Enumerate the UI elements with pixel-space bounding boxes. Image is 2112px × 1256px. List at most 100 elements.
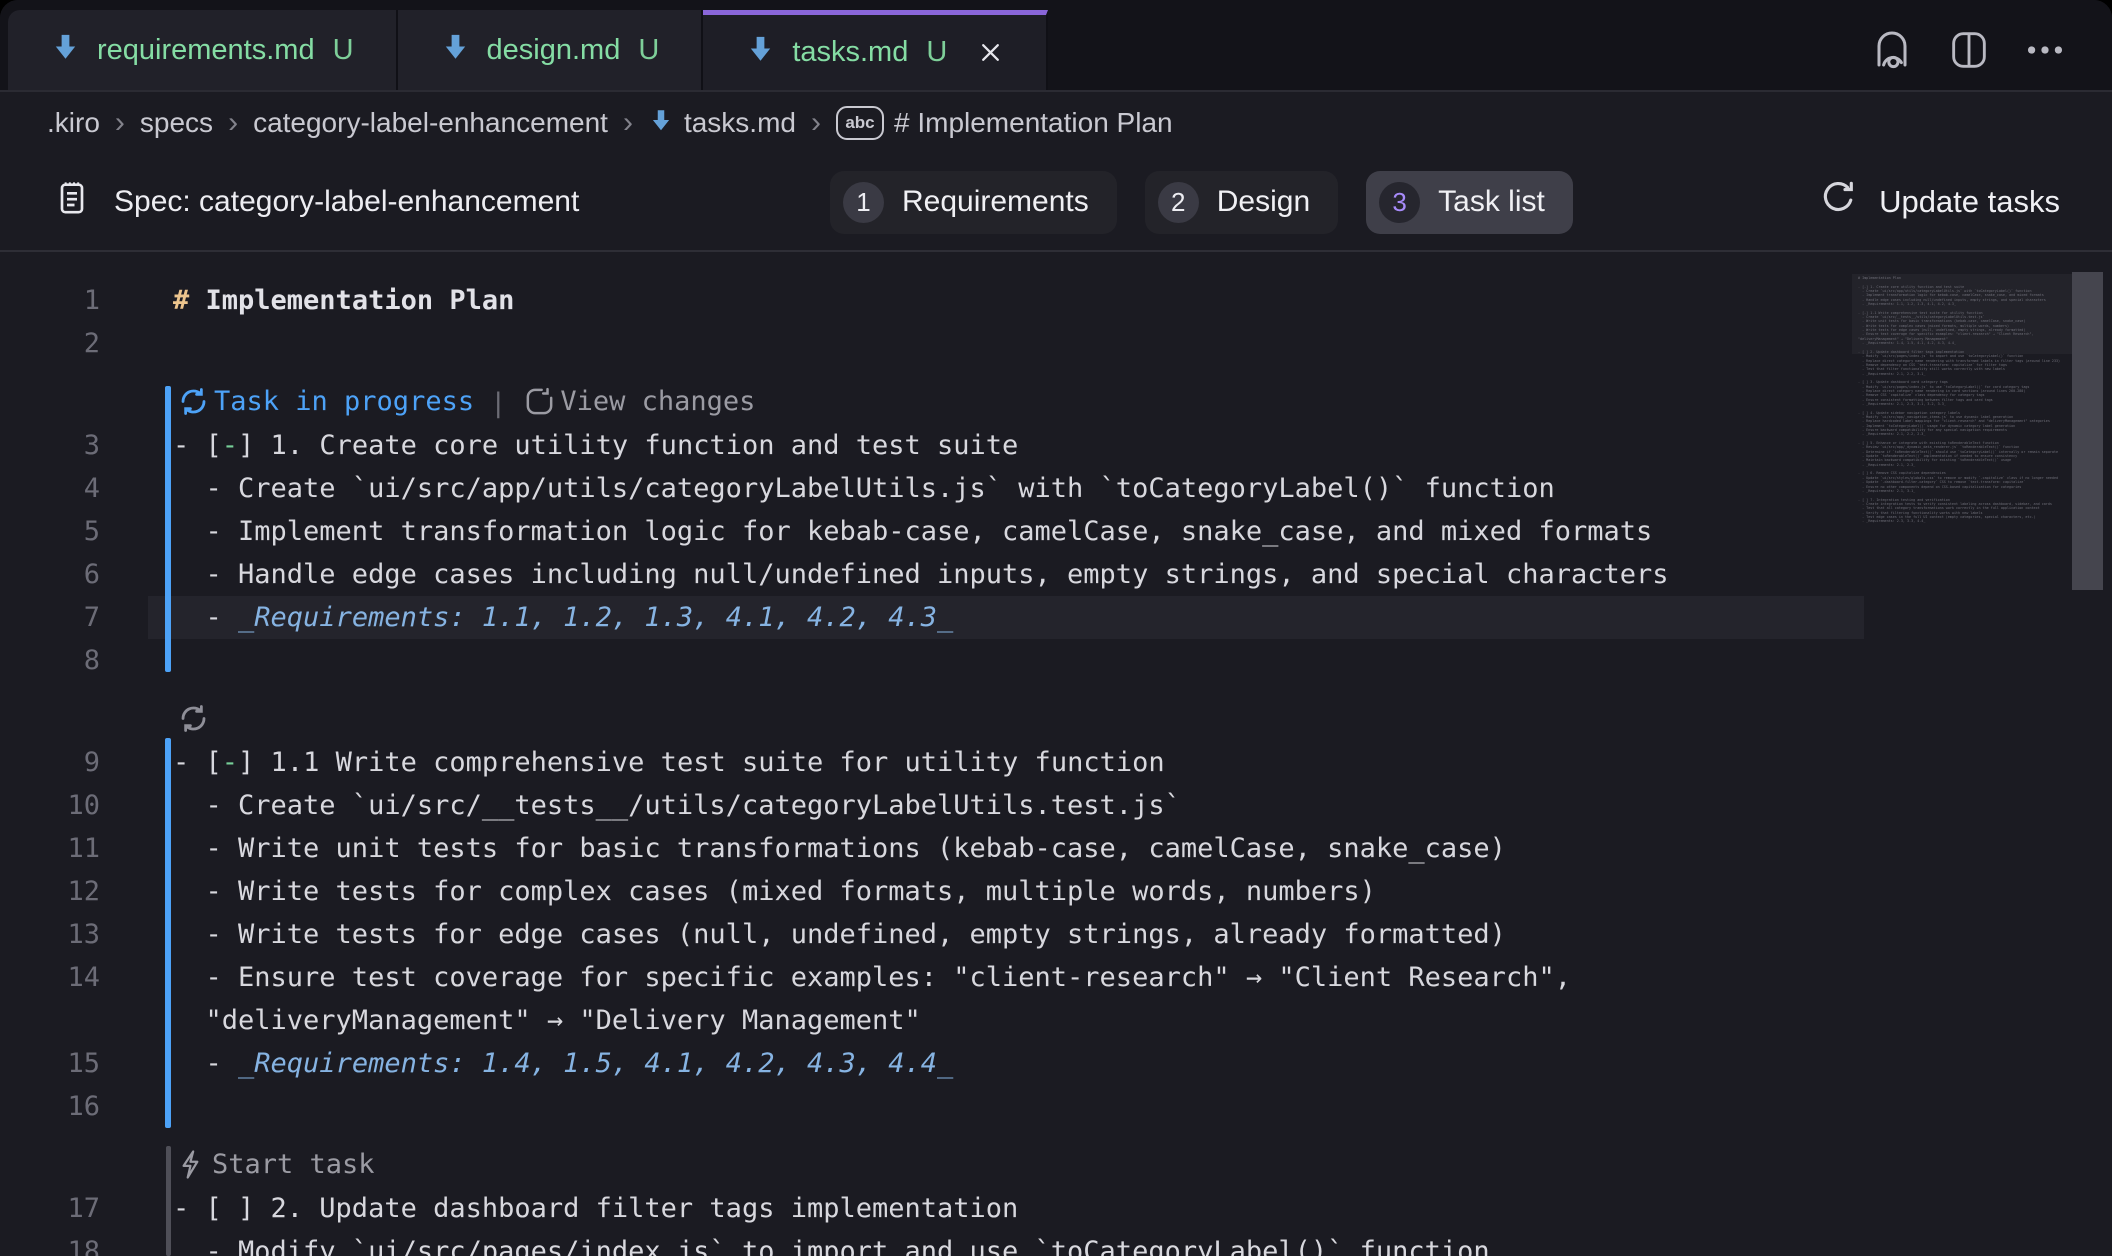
editor-pane[interactable]: 1# Implementation Plan2Task in progress|… — [0, 252, 2112, 1256]
line-number[interactable]: 13 — [0, 913, 100, 956]
lightning-icon — [176, 1147, 212, 1182]
codelens-view-changes[interactable]: View changes — [522, 384, 755, 419]
update-tasks-button[interactable]: Update tasks — [1817, 177, 2060, 227]
minimap[interactable]: # Implementation Plan - [-] 1. Create co… — [1858, 276, 2070, 524]
line-number[interactable]: 11 — [0, 827, 100, 870]
line-number[interactable]: 1 — [0, 279, 100, 322]
refresh-icon — [1817, 177, 1859, 227]
codelens-start-task[interactable]: Start task — [176, 1147, 375, 1182]
editor-line[interactable]: 6 - Handle edge cases including null/und… — [0, 553, 2112, 596]
codelens-sync-icon-gray[interactable] — [176, 701, 214, 736]
line-number[interactable] — [0, 999, 100, 1042]
split-editor-icon[interactable] — [1946, 26, 1992, 74]
tab-filename: requirements.md — [97, 34, 315, 67]
tab-filename: tasks.md — [792, 36, 908, 69]
line-content: - [-] 1. Create core utility function an… — [100, 424, 1018, 467]
tab-bar: requirements.mdUdesign.mdU tasks.md U — [0, 0, 2112, 92]
line-number[interactable]: 14 — [0, 956, 100, 999]
symbol-string-icon: abc — [836, 106, 884, 140]
editor-line[interactable]: 3- [-] 1. Create core utility function a… — [0, 424, 2112, 467]
line-number[interactable]: 10 — [0, 784, 100, 827]
ellipsis-icon[interactable] — [2022, 27, 2068, 73]
close-icon[interactable] — [977, 39, 1004, 66]
editor-line[interactable]: 8 — [0, 639, 2112, 682]
breadcrumb-item[interactable]: abc# Implementation Plan — [836, 106, 1173, 140]
markdown-file-icon — [440, 30, 471, 71]
line-content: - Write tests for edge cases (null, unde… — [100, 913, 1506, 956]
line-content: # Implementation Plan — [100, 279, 514, 322]
breadcrumb: .kiro›specs›category-label-enhancement›t… — [0, 92, 2112, 154]
breadcrumb-label: specs — [140, 107, 213, 139]
step-label: Requirements — [902, 185, 1089, 219]
editor-line[interactable]: 14 - Ensure test coverage for specific e… — [0, 956, 2112, 999]
sync-icon-gray — [176, 701, 214, 736]
codelens-separator: | — [474, 388, 522, 419]
codelens-row: Task in progress|View changes — [0, 365, 2112, 424]
tab-requirements.md[interactable]: requirements.mdU — [8, 10, 398, 90]
line-content: - Write tests for complex cases (mixed f… — [100, 870, 1376, 913]
editor-line[interactable]: "deliveryManagement" → "Delivery Managem… — [0, 999, 2112, 1042]
step-label: Design — [1217, 185, 1310, 219]
tab-design.md[interactable]: design.mdU — [398, 10, 704, 90]
tab-tasks.md[interactable]: tasks.md U — [703, 10, 1048, 90]
breadcrumb-item[interactable]: .kiro — [47, 107, 100, 139]
line-number[interactable]: 7 — [0, 596, 100, 639]
line-number[interactable]: 5 — [0, 510, 100, 553]
editor-line[interactable]: 9- [-] 1.1 Write comprehensive test suit… — [0, 741, 2112, 784]
editor-line[interactable]: 12 - Write tests for complex cases (mixe… — [0, 870, 2112, 913]
editor-window: requirements.mdUdesign.mdU tasks.md U .kir… — [0, 0, 2112, 1256]
editor-line[interactable]: 18 - Modify `ui/src/pages/index.js` to i… — [0, 1230, 2112, 1256]
editor-line[interactable]: 5 - Implement transformation logic for k… — [0, 510, 2112, 553]
breadcrumb-item[interactable]: specs — [140, 107, 213, 139]
breadcrumb-item[interactable]: category-label-enhancement — [253, 107, 608, 139]
git-status-badge: U — [926, 36, 947, 69]
step-number: 1 — [843, 182, 884, 223]
line-number[interactable]: 9 — [0, 741, 100, 784]
spec-title-label: Spec: category-label-enhancement — [114, 185, 579, 219]
sync-icon-blue — [176, 384, 214, 419]
codelens-row: Start task — [0, 1128, 2112, 1187]
editor-line[interactable]: 17- [ ] 2. Update dashboard filter tags … — [0, 1187, 2112, 1230]
spec-bar: Spec: category-label-enhancement 1 Requir… — [0, 154, 2112, 252]
line-number[interactable]: 18 — [0, 1230, 100, 1256]
editor-line[interactable]: 11 - Write unit tests for basic transfor… — [0, 827, 2112, 870]
line-content: - Create `ui/src/__tests__/utils/categor… — [100, 784, 1181, 827]
editor-line[interactable]: 2 — [0, 322, 2112, 365]
line-number[interactable]: 17 — [0, 1187, 100, 1230]
kiro-logo-icon[interactable] — [1868, 26, 1916, 74]
line-number[interactable]: 4 — [0, 467, 100, 510]
line-content — [100, 639, 173, 682]
step-number: 2 — [1158, 182, 1199, 223]
editor-line[interactable]: 4 - Create `ui/src/app/utils/categoryLab… — [0, 467, 2112, 510]
scrollbar-thumb[interactable] — [2072, 272, 2103, 590]
line-number[interactable]: 12 — [0, 870, 100, 913]
step-number: 3 — [1379, 182, 1420, 223]
spec-step-design[interactable]: 2 Design — [1145, 171, 1338, 234]
breadcrumb-item[interactable]: tasks.md — [648, 106, 796, 141]
line-content: - _Requirements: 1.1, 1.2, 1.3, 4.1, 4.2… — [100, 596, 953, 639]
breadcrumb-separator: › — [100, 106, 140, 140]
line-content: - Write unit tests for basic transformat… — [100, 827, 1506, 870]
line-number[interactable]: 2 — [0, 322, 100, 365]
codelens-row — [0, 682, 2112, 741]
spec-step-requirements[interactable]: 1 Requirements — [830, 171, 1117, 234]
editor-line[interactable]: 13 - Write tests for edge cases (null, u… — [0, 913, 2112, 956]
line-number[interactable]: 15 — [0, 1042, 100, 1085]
codelens-task-in-progress[interactable]: Task in progress — [176, 384, 474, 419]
editor-line[interactable]: 10 - Create `ui/src/__tests__/utils/cate… — [0, 784, 2112, 827]
spec-step-task-list[interactable]: 3Task list — [1366, 171, 1573, 234]
line-number[interactable]: 16 — [0, 1085, 100, 1128]
editor-line[interactable]: 7 - _Requirements: 1.1, 1.2, 1.3, 4.1, 4… — [0, 596, 2112, 639]
editor-line[interactable]: 15 - _Requirements: 1.4, 1.5, 4.1, 4.2, … — [0, 1042, 2112, 1085]
editor-line[interactable]: 1# Implementation Plan — [0, 279, 2112, 322]
markdown-file-icon — [648, 106, 674, 141]
editor-line[interactable]: 16 — [0, 1085, 2112, 1128]
breadcrumb-separator: › — [213, 106, 253, 140]
tabs-container: requirements.mdUdesign.mdU tasks.md U — [8, 10, 1048, 90]
line-number[interactable]: 3 — [0, 424, 100, 467]
breadcrumb-label: category-label-enhancement — [253, 107, 608, 139]
tab-filename: design.md — [487, 34, 621, 67]
line-content: - Implement transformation logic for keb… — [100, 510, 1652, 553]
line-number[interactable]: 6 — [0, 553, 100, 596]
line-number[interactable]: 8 — [0, 639, 100, 682]
